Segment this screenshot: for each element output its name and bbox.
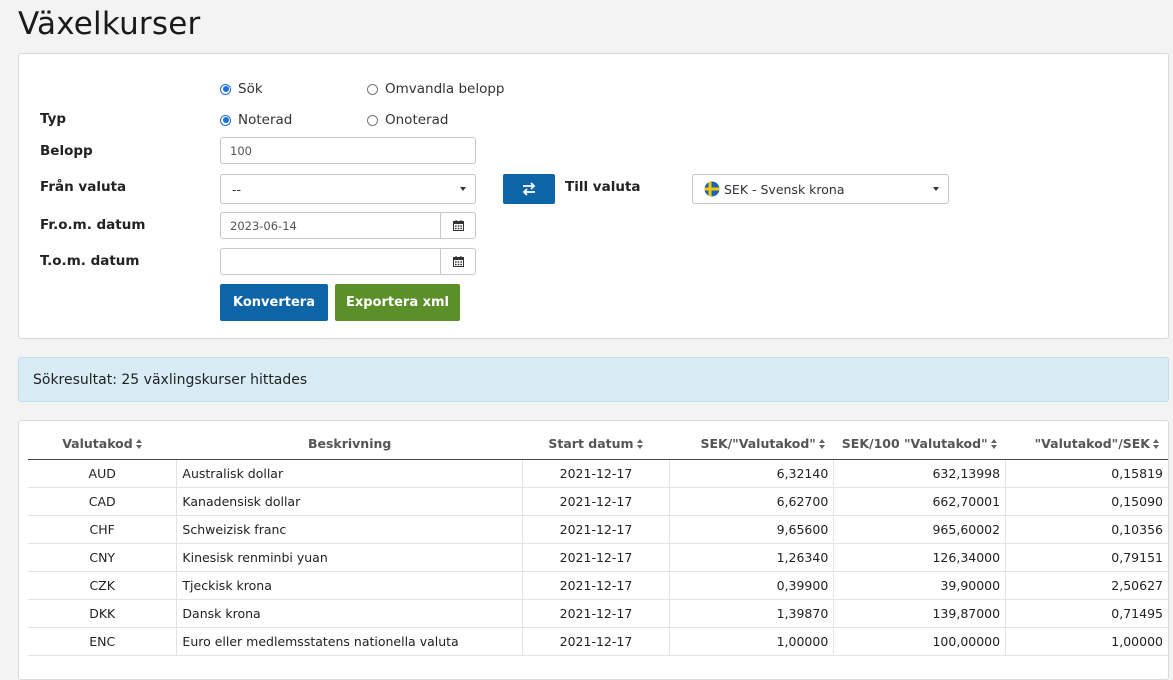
cell-valutakod-per-sek: 0,79151 bbox=[1005, 543, 1168, 572]
sweden-flag-icon bbox=[704, 181, 720, 197]
sort-icon bbox=[818, 439, 826, 450]
radio-indicator[interactable] bbox=[367, 114, 378, 126]
chevron-down-icon bbox=[460, 187, 466, 191]
calendar-icon bbox=[452, 220, 464, 231]
search-result-alert: Sökresultat: 25 växlingskurser hittades bbox=[18, 357, 1169, 402]
to-date-input[interactable] bbox=[220, 248, 476, 275]
calendar-icon bbox=[452, 256, 464, 267]
swap-currency-button[interactable] bbox=[503, 174, 555, 204]
cell-beskrivning: Kinesisk renminbi yuan bbox=[176, 543, 523, 572]
radio-indicator[interactable] bbox=[220, 114, 231, 126]
search-form-panel: Sök Omvandla belopp Typ Noterad Onoterad… bbox=[18, 53, 1169, 339]
cell-sek-per-valutakod: 1,39870 bbox=[669, 599, 834, 628]
cell-valutakod: CNY bbox=[28, 543, 177, 572]
cell-valutakod: CAD bbox=[28, 487, 177, 516]
cell-sek-per-valutakod: 6,62700 bbox=[669, 487, 834, 516]
page-title: Växelkurser bbox=[18, 6, 201, 42]
search-result-message: Sökresultat: 25 växlingskurser hittades bbox=[33, 371, 308, 388]
results-table-panel: Valutakod Beskrivning Start datum SEK/"V… bbox=[18, 420, 1169, 680]
cell-sek-per-100: 39,90000 bbox=[833, 571, 1006, 600]
cell-valutakod-per-sek: 2,50627 bbox=[1005, 571, 1168, 600]
fran-valuta-label: Från valuta bbox=[40, 179, 127, 195]
table-row: CZK Tjeckisk krona 2021-12-17 0,39900 39… bbox=[28, 571, 1168, 600]
sort-icon bbox=[636, 439, 644, 450]
exchange-rate-table: Valutakod Beskrivning Start datum SEK/"V… bbox=[28, 429, 1168, 656]
column-header-sek-per-valutakod[interactable]: SEK/"Valutakod" bbox=[669, 429, 834, 460]
sort-icon bbox=[990, 439, 998, 450]
fran-valuta-value: -- bbox=[232, 181, 242, 197]
cell-beskrivning: Schweizisk franc bbox=[176, 515, 523, 544]
to-date-label: T.o.m. datum bbox=[40, 253, 140, 269]
cell-sek-per-valutakod: 9,65600 bbox=[669, 515, 834, 544]
cell-sek-per-100: 662,70001 bbox=[833, 487, 1006, 516]
cell-beskrivning: Australisk dollar bbox=[176, 459, 523, 488]
from-date-value: 2023-06-14 bbox=[230, 218, 297, 233]
radio-onoterad[interactable]: Onoterad bbox=[367, 112, 448, 128]
column-header-valutakod[interactable]: Valutakod bbox=[28, 429, 177, 460]
to-date-calendar-button[interactable] bbox=[440, 249, 475, 274]
radio-indicator[interactable] bbox=[367, 83, 378, 95]
from-date-input[interactable]: 2023-06-14 bbox=[220, 212, 476, 239]
cell-beskrivning: Kanadensisk dollar bbox=[176, 487, 523, 516]
chevron-down-icon bbox=[933, 187, 939, 191]
cell-valutakod-per-sek: 0,71495 bbox=[1005, 599, 1168, 628]
fran-valuta-select[interactable]: -- bbox=[220, 174, 476, 204]
from-date-calendar-button[interactable] bbox=[440, 213, 475, 238]
cell-sek-per-valutakod: 0,39900 bbox=[669, 571, 834, 600]
swap-arrows-icon bbox=[522, 182, 536, 196]
till-valuta-select[interactable]: SEK - Svensk krona bbox=[692, 174, 949, 204]
radio-convert-amount-label: Omvandla belopp bbox=[385, 81, 505, 97]
radio-indicator[interactable] bbox=[220, 83, 231, 95]
radio-convert-amount[interactable]: Omvandla belopp bbox=[367, 81, 505, 97]
cell-start-datum: 2021-12-17 bbox=[521, 459, 670, 488]
radio-onoterad-label: Onoterad bbox=[385, 112, 449, 128]
sort-icon bbox=[1153, 439, 1160, 450]
radio-noterad-label: Noterad bbox=[238, 112, 293, 128]
column-header-start-datum[interactable]: Start datum bbox=[522, 429, 670, 460]
cell-start-datum: 2021-12-17 bbox=[521, 543, 670, 572]
column-header-valutakod-per-sek[interactable]: "Valutakod"/SEK bbox=[1005, 429, 1168, 460]
cell-valutakod: CHF bbox=[28, 515, 177, 544]
table-row: CHF Schweizisk franc 2021-12-17 9,65600 … bbox=[28, 515, 1168, 544]
table-header-row: Valutakod Beskrivning Start datum SEK/"V… bbox=[28, 429, 1168, 460]
belopp-input[interactable]: 100 bbox=[220, 137, 476, 164]
cell-sek-per-100: 965,60002 bbox=[833, 515, 1006, 544]
cell-sek-per-valutakod: 1,26340 bbox=[669, 543, 834, 572]
export-xml-button[interactable]: Exportera xml bbox=[335, 284, 460, 321]
cell-sek-per-100: 139,87000 bbox=[833, 599, 1006, 628]
cell-valutakod-per-sek: 0,10356 bbox=[1005, 515, 1168, 544]
table-row: AUD Australisk dollar 2021-12-17 6,32140… bbox=[28, 459, 1168, 488]
belopp-label: Belopp bbox=[40, 143, 93, 159]
cell-start-datum: 2021-12-17 bbox=[521, 599, 670, 628]
cell-sek-per-valutakod: 6,32140 bbox=[669, 459, 834, 488]
typ-label: Typ bbox=[40, 111, 67, 127]
table-row: CNY Kinesisk renminbi yuan 2021-12-17 1,… bbox=[28, 543, 1168, 572]
table-row: DKK Dansk krona 2021-12-17 1,39870 139,8… bbox=[28, 599, 1168, 628]
radio-noterad[interactable]: Noterad bbox=[220, 112, 292, 128]
sort-icon bbox=[135, 439, 143, 450]
cell-valutakod: DKK bbox=[28, 599, 177, 628]
cell-valutakod: CZK bbox=[28, 571, 177, 600]
cell-start-datum: 2021-12-17 bbox=[521, 487, 670, 516]
cell-beskrivning: Tjeckisk krona bbox=[176, 571, 523, 600]
cell-start-datum: 2021-12-17 bbox=[521, 515, 670, 544]
radio-search[interactable]: Sök bbox=[220, 81, 263, 97]
radio-search-label: Sök bbox=[238, 81, 263, 97]
cell-valutakod: AUD bbox=[28, 459, 177, 488]
till-valuta-value: SEK - Svensk krona bbox=[724, 181, 845, 197]
column-header-sek-per-100-valutakod[interactable]: SEK/100 "Valutakod" bbox=[833, 429, 1006, 460]
from-date-label: Fr.o.m. datum bbox=[40, 217, 146, 233]
table-row: CAD Kanadensisk dollar 2021-12-17 6,6270… bbox=[28, 487, 1168, 516]
cell-beskrivning: Dansk krona bbox=[176, 599, 523, 628]
cell-sek-per-100: 632,13998 bbox=[833, 459, 1006, 488]
cell-valutakod-per-sek: 0,15819 bbox=[1005, 459, 1168, 488]
column-header-beskrivning: Beskrivning bbox=[176, 429, 523, 460]
cell-sek-per-100: 126,34000 bbox=[833, 543, 1006, 572]
cell-valutakod-per-sek: 0,15090 bbox=[1005, 487, 1168, 516]
cell-start-datum: 2021-12-17 bbox=[521, 571, 670, 600]
convert-button[interactable]: Konvertera bbox=[220, 284, 328, 321]
till-valuta-label: Till valuta bbox=[565, 179, 641, 195]
